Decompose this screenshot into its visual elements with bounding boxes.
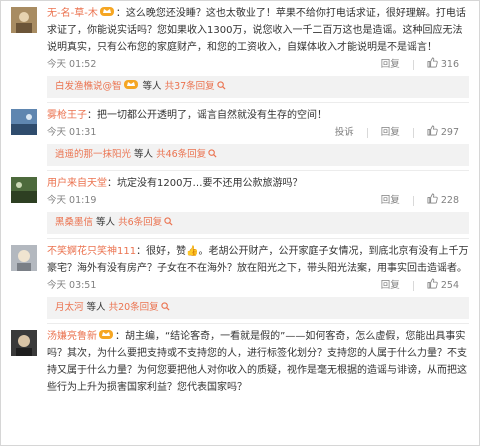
avatar[interactable] — [11, 330, 37, 356]
magnifier-icon — [217, 81, 226, 90]
like-button[interactable]: 254 — [427, 277, 459, 296]
sub-reply-mid: 等人 — [96, 217, 116, 228]
like-count: 297 — [440, 127, 459, 138]
comment-text: ：把一切都公开透明了，谣言自然就没有生存的空间！ — [87, 110, 327, 121]
sub-reply-count[interactable]: 共20条回复 — [109, 302, 159, 313]
comment-item: 雾枪王子：把一切都公开透明了，谣言自然就没有生存的空间！ 今天 01:31 投诉… — [1, 103, 479, 142]
vip-crown-icon — [99, 7, 114, 16]
sub-reply-mid: 等人 — [134, 149, 154, 160]
comment-username[interactable]: 无-名-草-木 — [47, 8, 98, 19]
comment-text-block: 无-名-草-木 ：这么晚您还没睡？这也太敬业了！苹果不给你打电话求证，很好理解。打… — [47, 5, 469, 56]
like-count: 254 — [440, 280, 459, 291]
magnifier-icon — [161, 302, 170, 311]
report-button[interactable]: 投诉 — [335, 124, 354, 142]
comment-username[interactable]: 不笑婀花只笑神111 — [47, 246, 136, 257]
magnifier-icon — [164, 217, 173, 226]
like-count: 228 — [440, 195, 459, 206]
comment-item: 汤嫌亮鲁新 ：胡主编，“结论客奇，一看就是假的”——如何客奇，怎么虚假，您能出具事… — [1, 324, 479, 396]
sub-reply-username[interactable]: 白发渔樵说@智 — [55, 81, 122, 92]
sub-reply-summary[interactable]: 黑桑墨信 等人 共6条回复 — [47, 212, 469, 234]
comment-meta: 今天 01:19 回复 228 — [47, 192, 469, 210]
comment-item: 不笑婀花只笑神111：很好，赞👍。老胡公开财产，公开家庭子女情况，到底北京有没有… — [1, 239, 479, 295]
divider — [412, 128, 414, 139]
comment-actions: 投诉 回复 297 — [335, 124, 459, 142]
sub-reply-username[interactable]: 逍遥的那一抹阳光 — [55, 149, 131, 160]
sub-reply-username[interactable]: 黑桑墨信 — [55, 217, 93, 228]
reply-button[interactable]: 回复 — [381, 124, 400, 142]
avatar[interactable] — [11, 109, 37, 135]
vip-crown-icon — [123, 80, 138, 89]
sub-reply-mid: 等人 — [86, 302, 106, 313]
divider — [412, 196, 414, 207]
thumb-up-icon — [427, 125, 438, 135]
divider — [366, 128, 368, 139]
comment-text: ：坑定没有1200万…要不还用公款旅游吗？ — [107, 178, 303, 189]
comment-item: 用户来自天堂：坑定没有1200万…要不还用公款旅游吗？ 今天 01:19 回复 … — [1, 171, 479, 210]
comment-meta: 今天 01:52 回复 316 — [47, 56, 469, 74]
thumb-up-icon — [427, 57, 438, 67]
comment-time: 今天 03:51 — [47, 280, 97, 291]
comment-meta: 今天 03:51 回复 254 — [47, 277, 469, 295]
comment-time: 今天 01:52 — [47, 59, 97, 70]
reply-button[interactable]: 回复 — [381, 192, 400, 210]
divider — [412, 60, 414, 71]
like-button[interactable]: 228 — [427, 192, 459, 211]
comment-username[interactable]: 雾枪王子 — [47, 110, 87, 121]
sub-reply-summary[interactable]: 逍遥的那一抹阳光 等人 共46条回复 — [47, 144, 469, 166]
comment-meta: 今天 01:31 投诉 回复 297 — [47, 124, 469, 142]
reply-button[interactable]: 回复 — [381, 56, 400, 74]
comment-actions: 回复 254 — [381, 277, 459, 295]
thumb-up-icon — [427, 193, 438, 203]
sub-reply-count[interactable]: 共6条回复 — [118, 217, 162, 228]
comment-username[interactable]: 用户来自天堂 — [47, 178, 107, 189]
magnifier-icon — [208, 149, 217, 158]
thumb-up-icon — [427, 278, 438, 288]
comment-text-block: 汤嫌亮鲁新 ：胡主编，“结论客奇，一看就是假的”——如何客奇，怎么虚假，您能出具事… — [47, 328, 469, 396]
sub-reply-summary[interactable]: 白发渔樵说@智 等人 共37条回复 — [47, 76, 469, 98]
vip-crown-icon — [99, 330, 113, 339]
comment-username[interactable]: 汤嫌亮鲁新 — [47, 331, 97, 342]
sub-reply-count[interactable]: 共46条回复 — [156, 149, 206, 160]
sub-reply-summary[interactable]: 月太河 等人 共20条回复 — [47, 297, 469, 319]
avatar[interactable] — [11, 177, 37, 203]
like-count: 316 — [440, 59, 459, 70]
reply-button[interactable]: 回复 — [381, 277, 400, 295]
sub-reply-username[interactable]: 月太河 — [55, 302, 84, 313]
comment-panel: 无-名-草-木 ：这么晚您还没睡？这也太敬业了！苹果不给你打电话求证，很好理解。打… — [0, 0, 480, 446]
comment-text: ：胡主编，“结论客奇，一看就是假的”——如何客奇，怎么虚假，您能出具事实吗？其次… — [47, 331, 467, 393]
comment-text-block: 雾枪王子：把一切都公开透明了，谣言自然就没有生存的空间！ — [47, 107, 469, 124]
like-button[interactable]: 297 — [427, 124, 459, 143]
comment-time: 今天 01:31 — [47, 127, 97, 138]
avatar[interactable] — [11, 7, 37, 33]
sub-reply-count[interactable]: 共37条回复 — [165, 81, 215, 92]
divider — [412, 281, 414, 292]
like-button[interactable]: 316 — [427, 56, 459, 75]
comment-text-block: 用户来自天堂：坑定没有1200万…要不还用公款旅游吗？ — [47, 175, 469, 192]
sub-reply-mid: 等人 — [142, 81, 162, 92]
comment-text-block: 不笑婀花只笑神111：很好，赞👍。老胡公开财产，公开家庭子女情况，到底北京有没有… — [47, 243, 469, 277]
avatar[interactable] — [11, 245, 37, 271]
comment-item: 无-名-草-木 ：这么晚您还没睡？这也太敬业了！苹果不给你打电话求证，很好理解。打… — [1, 1, 479, 74]
comment-actions: 回复 316 — [381, 56, 459, 74]
comment-actions: 回复 228 — [381, 192, 459, 210]
comment-time: 今天 01:19 — [47, 195, 97, 206]
